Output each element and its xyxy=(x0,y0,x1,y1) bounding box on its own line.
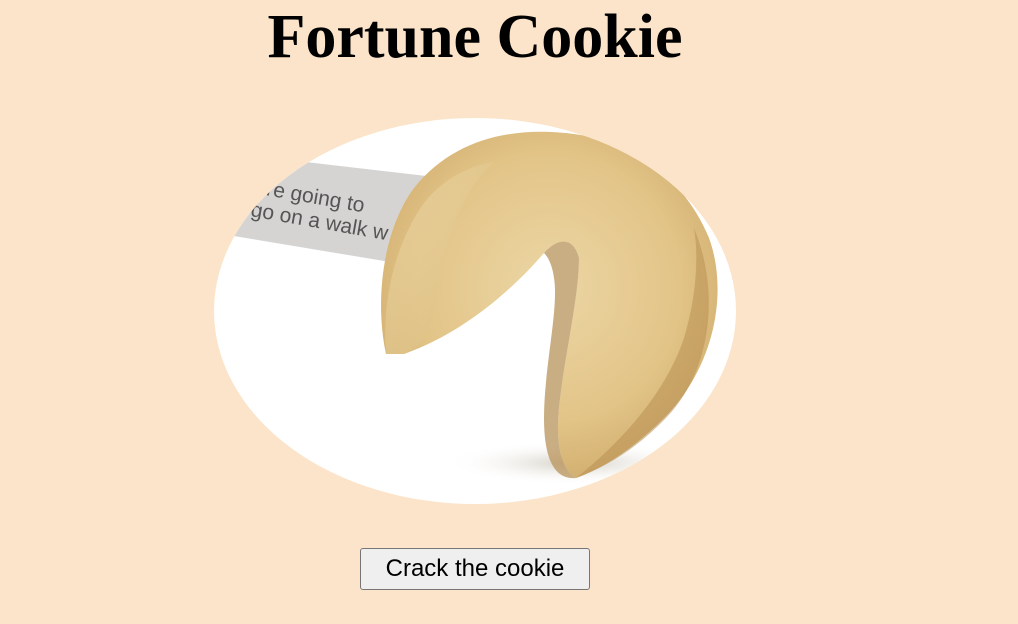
page-title: Fortune Cookie xyxy=(267,3,683,71)
fortune-cookie-image: are going to go on a walk w xyxy=(214,118,736,504)
crack-cookie-button[interactable]: Crack the cookie xyxy=(360,548,590,590)
